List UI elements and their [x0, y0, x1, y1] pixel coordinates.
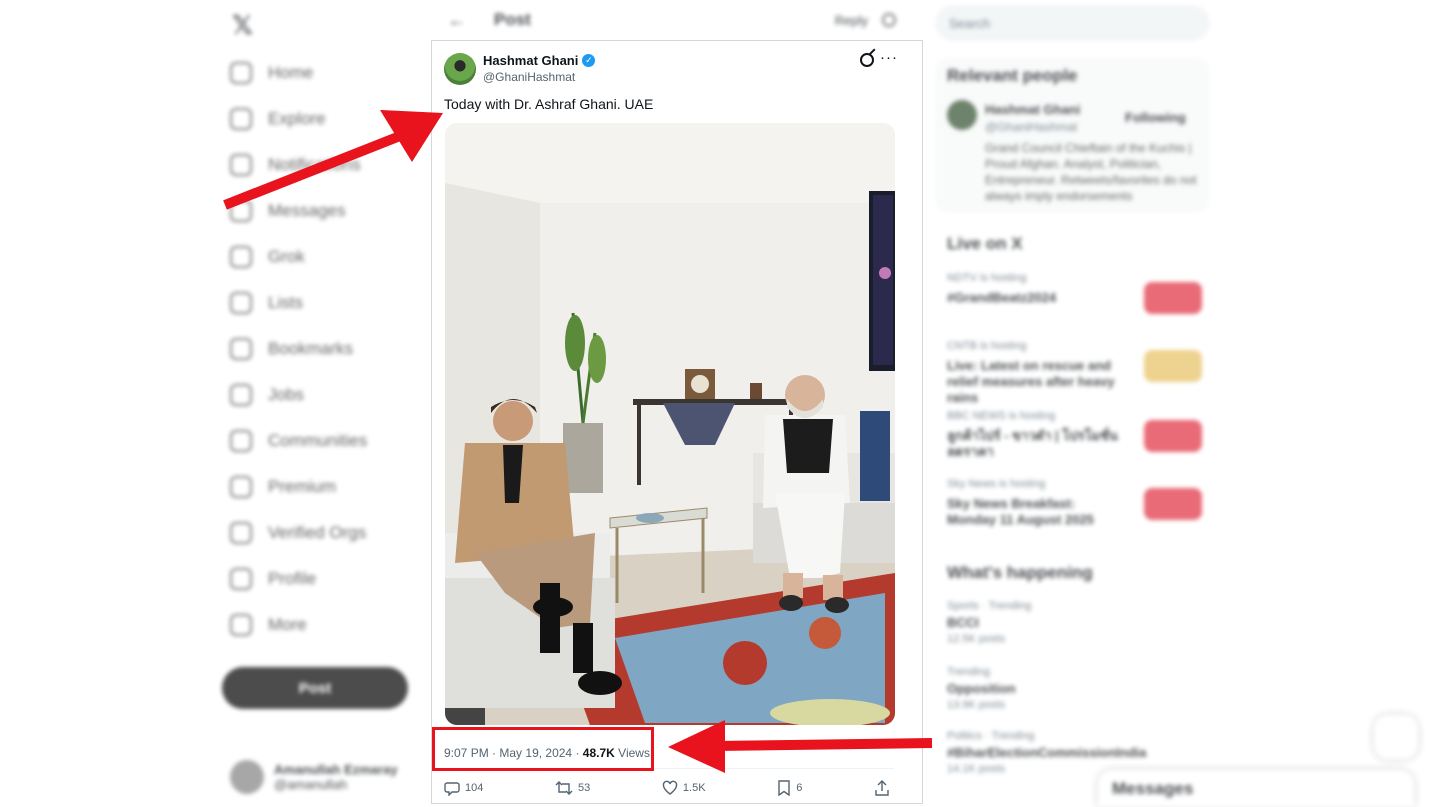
nav-communities[interactable]: Communities [230, 430, 367, 452]
live-thumbnail [1144, 420, 1202, 452]
author-handle[interactable]: @GhaniHashmat [483, 70, 575, 84]
briefcase-icon [230, 384, 252, 406]
people-icon [230, 430, 252, 452]
nav-grok[interactable]: Grok [230, 246, 305, 268]
left-navigation: 𝕏 Home Explore Notifications Messages Gr… [222, 0, 422, 807]
messages-drawer[interactable]: Messages [1098, 770, 1414, 807]
x-premium-icon [230, 476, 252, 498]
photo-scene [445, 123, 895, 725]
like-button[interactable]: 1.5K [662, 780, 706, 796]
post-header: ← Post Reply [432, 0, 922, 40]
grok-icon [230, 246, 252, 268]
bookmark-icon [778, 780, 790, 796]
reply-icon [444, 782, 460, 796]
bell-icon [230, 154, 252, 176]
live-item[interactable]: CNTB is hosting Live: Latest on rescue a… [947, 340, 1202, 406]
right-sidebar: Search Relevant people Hashmat Ghani @Gh… [935, 0, 1215, 807]
trend-item[interactable]: Politics · Trending #BiharElectionCommis… [947, 730, 1202, 775]
search-input[interactable]: Search [935, 5, 1210, 41]
repost-button[interactable]: 53 [555, 780, 590, 796]
page-title: Post [494, 10, 531, 29]
reply-button[interactable]: 104 [444, 780, 483, 796]
more-options-icon[interactable]: ··· [880, 49, 898, 66]
timestamp-highlight-box [432, 727, 654, 771]
search-icon [230, 108, 252, 130]
home-icon [230, 62, 252, 84]
list-icon [230, 292, 252, 314]
grok-fab-icon[interactable] [1374, 715, 1418, 759]
nav-messages[interactable]: Messages [230, 200, 345, 222]
account-switcher[interactable]: Amanullah Ezmaray @amanullah [230, 760, 398, 794]
live-thumbnail [1144, 488, 1202, 520]
following-button[interactable]: Following [1125, 110, 1186, 125]
grok-icon[interactable] [860, 53, 874, 67]
live-item[interactable]: NDTV is hosting #GrandBeatz2024 [947, 272, 1202, 314]
share-button[interactable] [874, 780, 890, 796]
live-item[interactable]: Sky News is hosting Sky News Breakfast: … [947, 478, 1202, 528]
tweet-photo[interactable] [445, 123, 895, 725]
live-thumbnail [1144, 350, 1202, 382]
back-arrow-icon[interactable]: ← [448, 10, 466, 31]
person-icon [230, 568, 252, 590]
tweet-actions: 104 53 1.5K 6 [444, 780, 890, 796]
heart-icon [662, 780, 678, 795]
trend-item[interactable]: Sports · Trending BCCI 12.5K posts [947, 600, 1202, 645]
post-button[interactable]: Post [222, 667, 408, 709]
nav-jobs[interactable]: Jobs [230, 384, 304, 406]
trend-item[interactable]: Trending Opposition 13.9K posts [947, 666, 1202, 711]
live-item[interactable]: BBC NEWS is hosting ลูกค้าไปร์ - ขาวดำ |… [947, 410, 1202, 460]
nav-lists[interactable]: Lists [230, 292, 303, 314]
bookmark-icon [230, 338, 252, 360]
nav-premium[interactable]: Premium [230, 476, 336, 498]
x-logo-icon[interactable]: 𝕏 [232, 10, 253, 41]
nav-home[interactable]: Home [230, 62, 313, 84]
lightning-icon [230, 522, 252, 544]
share-icon [875, 780, 889, 796]
options-icon[interactable] [882, 13, 896, 27]
avatar [230, 760, 264, 794]
author-name[interactable]: Hashmat Ghani ✓ [483, 53, 596, 68]
envelope-icon [230, 200, 252, 222]
relevant-people: Relevant people Hashmat Ghani @GhaniHash… [935, 58, 1210, 213]
avatar[interactable] [444, 53, 476, 85]
bookmark-button[interactable]: 6 [777, 780, 802, 796]
nav-explore[interactable]: Explore [230, 108, 326, 130]
tweet-card: Hashmat Ghani ✓ @GhaniHashmat ··· Today … [431, 40, 923, 804]
tweet-text: Today with Dr. Ashraf Ghani. UAE [444, 96, 654, 112]
nav-profile[interactable]: Profile [230, 568, 316, 590]
nav-notifications[interactable]: Notifications [230, 154, 361, 176]
nav-verified-orgs[interactable]: Verified Orgs [230, 522, 366, 544]
nav-more[interactable]: More [230, 614, 307, 636]
nav-bookmarks[interactable]: Bookmarks [230, 338, 353, 360]
avatar[interactable] [947, 100, 977, 130]
reply-button[interactable]: Reply [835, 13, 868, 28]
live-thumbnail [1144, 282, 1202, 314]
verified-badge-icon: ✓ [582, 54, 596, 67]
repost-icon [555, 781, 573, 795]
more-circle-icon [230, 614, 252, 636]
